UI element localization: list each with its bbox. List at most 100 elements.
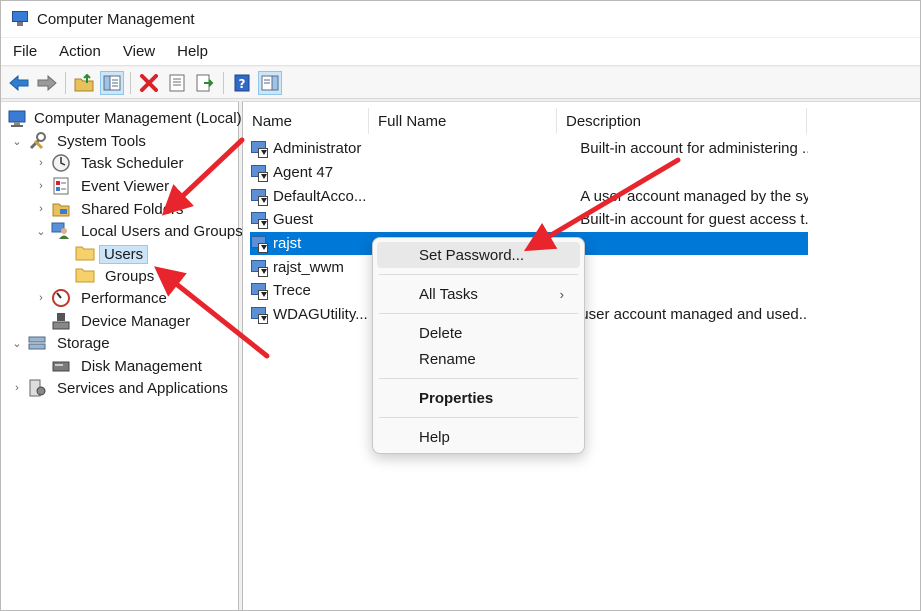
tree-item-event-viewer[interactable]: › Event Viewer (35, 175, 175, 197)
tree-label: Storage (57, 334, 110, 352)
tree-label: Users (99, 244, 149, 264)
column-header-description[interactable]: Description (557, 108, 807, 134)
menu-action[interactable]: Action (47, 43, 111, 60)
menu-file[interactable]: File (1, 43, 47, 60)
user-name: Guest (273, 211, 314, 228)
tree-label: System Tools (57, 132, 146, 150)
table-row[interactable]: DefaultAcco... A user account managed by… (250, 185, 808, 208)
up-folder-icon[interactable] (72, 71, 96, 95)
console-tree: Computer Management (Local) ⌄ System Too… (1, 101, 243, 610)
window-title: Computer Management (37, 10, 195, 28)
menu-item-help[interactable]: Help (377, 424, 580, 450)
user-description: Built-in account for administering ... (580, 140, 808, 157)
user-icon (250, 306, 270, 324)
help-icon[interactable]: ? (230, 71, 254, 95)
tree-label: Performance (81, 289, 167, 307)
context-menu: Set Password... All Tasks › Delete Renam… (372, 237, 585, 454)
chevron-right-icon[interactable]: › (11, 377, 23, 399)
tools-icon (27, 131, 47, 151)
user-icon (250, 235, 270, 253)
tree-item-computer-management[interactable]: Computer Management (Local) (7, 107, 248, 129)
menu-help[interactable]: Help (165, 43, 218, 60)
user-name: rajst (273, 235, 302, 252)
services-icon (27, 378, 47, 398)
properties-icon[interactable] (165, 71, 189, 95)
user-icon (250, 140, 270, 158)
user-description: Built-in account for guest access t... (580, 211, 808, 228)
toolbar-separator (65, 71, 66, 94)
computer-icon (7, 108, 27, 128)
user-icon (250, 211, 270, 229)
tree-label: Groups (105, 267, 155, 285)
disk-icon (51, 356, 71, 376)
show-action-pane-icon[interactable] (258, 70, 282, 95)
toolbar: ? (1, 67, 920, 99)
menu-separator (379, 274, 578, 275)
menu-item-delete[interactable]: Delete (377, 320, 580, 346)
user-name: Trece (273, 282, 311, 299)
menu-item-rename[interactable]: Rename (377, 346, 580, 372)
forward-arrow-icon[interactable] (35, 71, 59, 95)
user-icon (250, 282, 270, 300)
tree-item-services-apps[interactable]: › Services and Applications (11, 377, 234, 399)
table-row[interactable]: Administrator Built-in account for admin… (250, 137, 808, 160)
chevron-right-icon: › (559, 286, 564, 302)
device-manager-icon (51, 311, 71, 331)
tree-item-local-users-groups[interactable]: ⌄ Local Users and Groups (35, 220, 249, 242)
show-hide-tree-icon[interactable] (100, 70, 124, 95)
table-row[interactable]: Guest Built-in account for guest access … (250, 208, 808, 231)
column-header-full-name[interactable]: Full Name (369, 108, 557, 134)
menu-bar: File Action View Help (1, 38, 920, 66)
delete-icon[interactable] (137, 71, 161, 95)
user-icon (250, 164, 270, 182)
table-row[interactable]: Agent 47 (250, 161, 808, 184)
chevron-right-icon[interactable]: › (35, 287, 47, 309)
storage-icon (27, 333, 47, 353)
chevron-down-icon[interactable]: ⌄ (11, 130, 23, 152)
tree-item-task-scheduler[interactable]: › Task Scheduler (35, 152, 190, 174)
menu-view[interactable]: View (111, 43, 165, 60)
chevron-down-icon[interactable]: ⌄ (11, 332, 23, 354)
tree-item-system-tools[interactable]: ⌄ System Tools (11, 130, 152, 152)
tree-label: Computer Management (Local) (34, 109, 242, 127)
user-icon (250, 259, 270, 277)
menu-separator (379, 313, 578, 314)
tree-label: Task Scheduler (81, 154, 184, 172)
tree-item-performance[interactable]: › Performance (35, 287, 173, 309)
column-headers: Name Full Name Description (243, 108, 807, 134)
column-header-name[interactable]: Name (243, 108, 369, 134)
menu-item-properties[interactable]: Properties (377, 385, 580, 411)
menu-item-set-password[interactable]: Set Password... (377, 242, 580, 268)
folder-icon (75, 266, 95, 286)
no-chevron (35, 310, 47, 332)
tree-item-groups[interactable]: Groups (71, 265, 160, 287)
chevron-down-icon[interactable]: ⌄ (35, 220, 47, 242)
chevron-right-icon[interactable]: › (35, 175, 47, 197)
menu-item-all-tasks[interactable]: All Tasks › (377, 281, 580, 307)
tree-label: Device Manager (81, 312, 191, 330)
tree-item-storage[interactable]: ⌄ Storage (11, 332, 116, 354)
tree-item-device-manager[interactable]: Device Manager (35, 310, 196, 332)
event-log-icon (51, 176, 71, 196)
tree-label: Event Viewer (81, 177, 170, 195)
tree-item-users[interactable]: Users (71, 243, 149, 265)
computer-management-window: Computer Management File Action View Hel… (0, 0, 921, 611)
export-list-icon[interactable] (193, 71, 217, 95)
folder-icon (75, 244, 95, 264)
user-name: DefaultAcco... (273, 188, 367, 205)
chevron-right-icon[interactable]: › (35, 152, 47, 174)
title-bar: Computer Management (1, 1, 920, 37)
tree-label: Shared Folders (81, 200, 184, 218)
tree-label: Services and Applications (57, 379, 228, 397)
menu-separator (379, 378, 578, 379)
tree-item-shared-folders[interactable]: › Shared Folders (35, 198, 190, 220)
chevron-right-icon[interactable]: › (35, 198, 47, 220)
tree-item-disk-management[interactable]: Disk Management (35, 355, 208, 377)
back-arrow-icon[interactable] (7, 71, 31, 95)
user-description: user account managed and used... (580, 306, 808, 323)
toolbar-separator (223, 71, 224, 94)
menu-separator (379, 417, 578, 418)
user-name: Administrator (273, 140, 362, 157)
menu-item-label: All Tasks (419, 285, 478, 303)
tree-label: Disk Management (81, 357, 202, 375)
